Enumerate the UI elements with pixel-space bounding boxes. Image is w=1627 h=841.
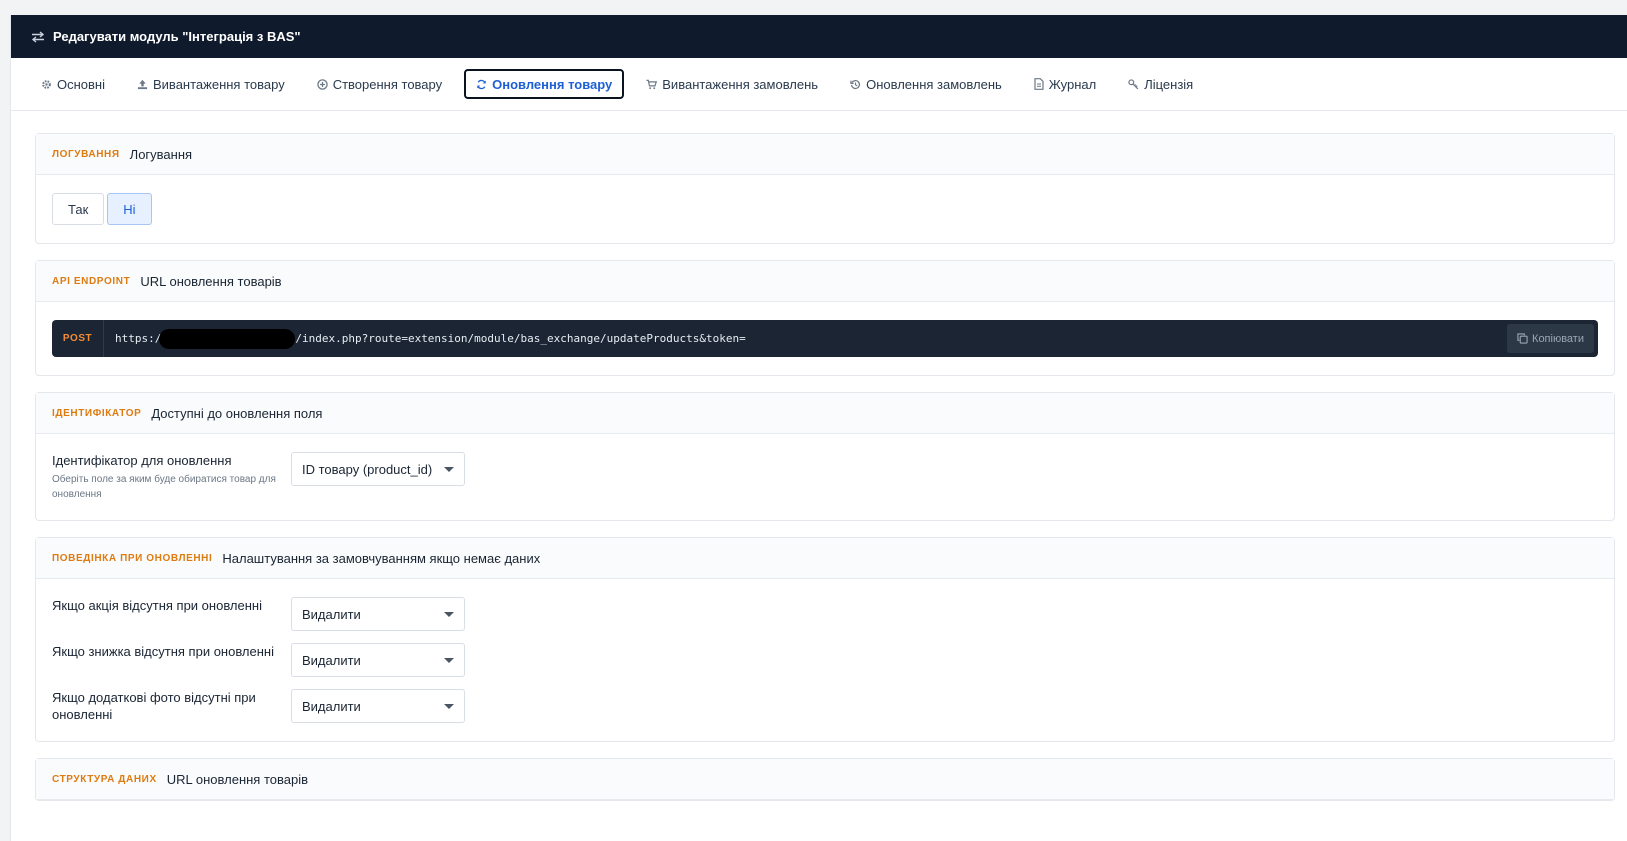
http-method-badge: POST xyxy=(52,320,104,357)
tab-label: Основні xyxy=(57,76,105,92)
label-column: Якщо акція відсутня при оновленні xyxy=(52,597,291,614)
tab-label: Ліцензія xyxy=(1144,76,1194,92)
panel-title: Редагувати модуль "Інтеграція з BAS" xyxy=(53,29,301,44)
card-body: Ідентифікатор для оновлення Оберіть поле… xyxy=(36,434,1614,520)
section-badge: СТРУКТУРА ДАНИХ xyxy=(52,773,157,785)
discount-missing-label: Якщо знижка відсутня при оновленні xyxy=(52,644,274,659)
section-title: URL оновлення товарів xyxy=(140,273,282,289)
tab-label: Створення товару xyxy=(332,76,443,92)
tab-product-export[interactable]: Вивантаження товару xyxy=(127,69,295,99)
tab-orders-export[interactable]: Вивантаження замовлень xyxy=(636,69,828,99)
caret-down-icon xyxy=(444,703,454,709)
logging-no-button[interactable]: Ні xyxy=(107,193,152,225)
label-column: Якщо знижка відсутня при оновленні xyxy=(52,643,291,660)
card-header: ПОВЕДІНКА ПРИ ОНОВЛЕННІ Налаштування за … xyxy=(36,538,1614,579)
identifier-select[interactable]: ID товару (product_id) xyxy=(291,452,465,486)
select-value: ID товару (product_id) xyxy=(302,461,433,477)
card-body: POST https:/ /index.php?route=extension/… xyxy=(36,302,1614,375)
content-area: ЛОГУВАННЯ Логування Так Ні API ENDPOINT … xyxy=(11,111,1627,801)
url-prefix: https:/ xyxy=(115,332,162,345)
copy-url-button[interactable]: Копіювати xyxy=(1507,324,1594,353)
card-header: СТРУКТУРА ДАНИХ URL оновлення товарів xyxy=(36,759,1614,800)
section-title: Налаштування за замовчуванням якщо немає… xyxy=(222,550,541,566)
discount-missing-row: Якщо знижка відсутня при оновленні Видал… xyxy=(52,643,1598,677)
identifier-row: Ідентифікатор для оновлення Оберіть поле… xyxy=(52,452,1598,502)
section-title: URL оновлення товарів xyxy=(166,771,309,787)
tab-label: Журнал xyxy=(1048,76,1097,92)
logging-card: ЛОГУВАННЯ Логування Так Ні xyxy=(35,133,1615,244)
caret-down-icon xyxy=(444,611,454,617)
key-icon xyxy=(1128,78,1139,89)
select-value: Видалити xyxy=(302,698,361,714)
section-badge: ЛОГУВАННЯ xyxy=(52,148,120,160)
tab-product-create[interactable]: Створення товару xyxy=(307,69,452,99)
section-badge: ІДЕНТИФІКАТОР xyxy=(52,407,142,419)
tab-label: Вивантаження товару xyxy=(153,76,285,92)
structure-card: СТРУКТУРА ДАНИХ URL оновлення товарів xyxy=(35,758,1615,801)
section-badge: API ENDPOINT xyxy=(52,275,131,287)
tab-label: Оновлення товару xyxy=(492,76,613,92)
endpoint-url-bar: POST https:/ /index.php?route=extension/… xyxy=(52,320,1598,357)
logging-toggle: Так Ні xyxy=(52,193,1598,225)
tab-license[interactable]: Ліцензія xyxy=(1118,69,1203,99)
refresh-icon xyxy=(477,79,486,89)
upload-icon xyxy=(137,79,148,89)
identifier-card: ІДЕНТИФІКАТОР Доступні до оновлення поля… xyxy=(35,392,1615,521)
cart-icon xyxy=(646,79,658,89)
section-title: Доступні до оновлення поля xyxy=(151,405,323,421)
tab-log[interactable]: Журнал xyxy=(1024,69,1106,99)
endpoint-url[interactable]: https:/ /index.php?route=extension/modul… xyxy=(104,328,746,349)
special-missing-row: Якщо акція відсутня при оновленні Видали… xyxy=(52,597,1598,631)
discount-missing-select[interactable]: Видалити xyxy=(291,643,465,677)
document-icon xyxy=(1034,78,1044,90)
special-missing-select[interactable]: Видалити xyxy=(291,597,465,631)
tab-product-update[interactable]: Оновлення товару xyxy=(464,69,625,99)
logging-yes-button[interactable]: Так xyxy=(52,193,105,225)
endpoint-card: API ENDPOINT URL оновлення товарів POST … xyxy=(35,260,1615,376)
history-icon xyxy=(850,79,861,89)
label-column: Ідентифікатор для оновлення Оберіть поле… xyxy=(52,452,291,502)
tab-orders-update[interactable]: Оновлення замовлень xyxy=(840,69,1012,99)
section-badge: ПОВЕДІНКА ПРИ ОНОВЛЕННІ xyxy=(52,552,213,564)
tab-label: Вивантаження замовлень xyxy=(662,76,819,92)
url-suffix: /index.php?route=extension/module/bas_ex… xyxy=(295,332,746,345)
special-missing-label: Якщо акція відсутня при оновленні xyxy=(52,598,262,613)
card-body: Так Ні xyxy=(36,175,1614,243)
tab-bar: Основні Вивантаження товару Створення то… xyxy=(11,58,1627,111)
copy-label: Копіювати xyxy=(1532,332,1584,345)
images-missing-select[interactable]: Видалити xyxy=(291,689,465,723)
card-header: API ENDPOINT URL оновлення товарів xyxy=(36,261,1614,302)
card-body: Якщо акція відсутня при оновленні Видали… xyxy=(36,579,1614,741)
module-edit-panel: Редагувати модуль "Інтеграція з BAS" Осн… xyxy=(10,15,1627,841)
images-missing-label: Якщо додаткові фото відсутні при оновлен… xyxy=(52,690,256,722)
tab-label: Оновлення замовлень xyxy=(866,76,1002,92)
identifier-label: Ідентифікатор для оновлення xyxy=(52,453,232,468)
exchange-arrows-icon xyxy=(31,30,45,43)
behavior-card: ПОВЕДІНКА ПРИ ОНОВЛЕННІ Налаштування за … xyxy=(35,537,1615,742)
redacted-host xyxy=(159,328,296,349)
images-missing-row: Якщо додаткові фото відсутні при оновлен… xyxy=(52,689,1598,723)
gear-icon xyxy=(42,79,51,89)
copy-icon xyxy=(1517,333,1528,344)
card-header: ІДЕНТИФІКАТОР Доступні до оновлення поля xyxy=(36,393,1614,434)
tab-general[interactable]: Основні xyxy=(31,69,115,99)
panel-header: Редагувати модуль "Інтеграція з BAS" xyxy=(11,15,1627,58)
identifier-help: Оберіть поле за яким буде обиратися това… xyxy=(52,474,276,500)
plus-circle-icon xyxy=(316,78,328,90)
caret-down-icon xyxy=(444,657,454,663)
card-header: ЛОГУВАННЯ Логування xyxy=(36,134,1614,175)
section-title: Логування xyxy=(129,146,193,162)
caret-down-icon xyxy=(444,466,454,472)
select-value: Видалити xyxy=(302,606,361,622)
label-column: Якщо додаткові фото відсутні при оновлен… xyxy=(52,689,291,723)
select-value: Видалити xyxy=(302,652,361,668)
